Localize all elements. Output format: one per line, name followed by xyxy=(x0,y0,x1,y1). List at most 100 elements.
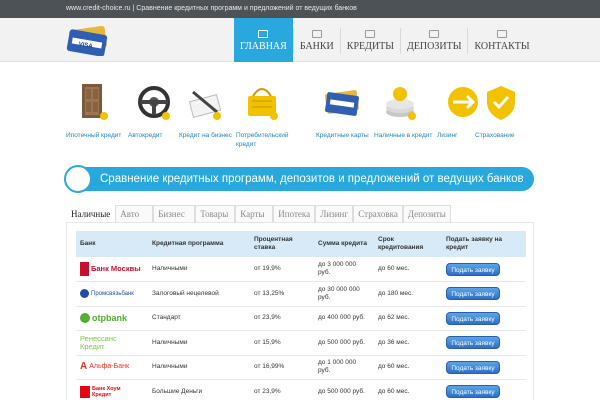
amount-cell: до 400 000 руб. xyxy=(314,306,374,331)
category-insurance[interactable]: Страхование xyxy=(475,78,531,156)
program-cell: Наличными xyxy=(148,330,250,356)
category-label: Потребительский кредит xyxy=(236,132,289,148)
category-credit-cards[interactable]: Кредитные карты xyxy=(316,78,372,156)
apply-button[interactable]: Подать заявку xyxy=(446,262,500,276)
tab-goods[interactable]: Товары xyxy=(195,205,236,222)
bank-logo-renaissance[interactable]: Ренессанс Кредит xyxy=(80,334,142,352)
tab-deposits[interactable]: Депозиты xyxy=(402,205,451,222)
key-icon xyxy=(429,30,440,38)
bank-name: Банк Хоум Кредит xyxy=(92,385,121,398)
nav-item-home[interactable]: ГЛАВНАЯ xyxy=(234,18,293,62)
tab-auto[interactable]: Авто xyxy=(115,205,154,222)
program-cell: Большие Деньги xyxy=(148,379,250,400)
card-icon xyxy=(365,30,376,38)
table-row: Банк Москвы Наличными от 19,9% до 3 000 … xyxy=(76,257,526,282)
category-business[interactable]: Кредит на бизнес xyxy=(179,78,235,156)
shopping-basket-icon xyxy=(248,88,278,120)
tab-leasing[interactable]: Лизинг xyxy=(315,205,354,222)
term-cell: до 36 мес. xyxy=(374,330,442,356)
tab-cards[interactable]: Карты xyxy=(235,205,274,222)
program-cell: Стандарт xyxy=(148,306,250,331)
bank-name: Промсвязьбанк xyxy=(91,290,134,297)
amount-cell: до 500 000 руб. xyxy=(314,330,374,356)
psb-logo-icon xyxy=(80,289,89,299)
home-icon xyxy=(258,30,269,38)
topbar-text: www.credit-choice.ru | Сравнение кредитн… xyxy=(66,5,357,12)
col-header-bank: Банк xyxy=(76,231,148,257)
table-row: A Альфа-Банк Наличными от 16,99% до 1 000… xyxy=(76,355,526,380)
contact-book-icon xyxy=(497,30,508,38)
table-header-row: Банк Кредитная программа Процентная став… xyxy=(76,231,526,257)
offers-table-panel: Банк Кредитная программа Процентная став… xyxy=(66,222,534,400)
nav-item-deposits[interactable]: ДЕПОЗИТЫ xyxy=(401,18,467,62)
rate-cell: от 19,9% xyxy=(250,257,314,282)
rate-cell: от 13,25% xyxy=(250,281,314,307)
program-cell: Залоговый нецелевой xyxy=(148,281,250,307)
bank-logo-otp[interactable]: otpbank xyxy=(80,309,142,327)
category-cash[interactable]: Наличные в кредит xyxy=(374,78,432,156)
term-cell: до 62 мес. xyxy=(374,306,442,331)
nav-label-contacts: КОНТАКТЫ xyxy=(474,41,530,52)
category-label: Ипотечный кредит xyxy=(66,132,122,139)
credit-card-icon xyxy=(325,90,359,116)
term-cell: до 60 мес. xyxy=(374,355,442,380)
term-cell: до 60 мес. xyxy=(374,257,442,282)
apply-button[interactable]: Подать заявку xyxy=(446,385,500,399)
category-mortgage[interactable]: Ипотечный кредит xyxy=(66,78,122,156)
amount-cell: до 30 000 000 руб. xyxy=(314,281,374,307)
rate-cell: от 23,9% xyxy=(250,379,314,400)
nav-item-banks[interactable]: БАНКИ xyxy=(294,18,340,62)
tab-mortgage[interactable]: Ипотека xyxy=(273,205,316,222)
site-header: VISA ГЛАВНАЯ БАНКИ КРЕДИТЫ ДЕПОЗИТЫ КОНТ… xyxy=(0,18,600,62)
bank-logo-psb[interactable]: Промсвязьбанк xyxy=(80,285,142,303)
program-cell: Наличными xyxy=(148,355,250,380)
term-cell: до 180 мес. xyxy=(374,281,442,307)
table-row: Ренессанс Кредит Наличными от 15,9% до 5… xyxy=(76,330,526,356)
amount-cell: до 1 000 000 руб. xyxy=(314,355,374,380)
alfa-logo-icon: A xyxy=(80,361,88,373)
site-logo[interactable]: VISA xyxy=(66,25,110,57)
rate-cell: от 15,9% xyxy=(250,330,314,356)
nav-label-banks: БАНКИ xyxy=(299,41,334,52)
site-topbar: www.credit-choice.ru | Сравнение кредитн… xyxy=(0,0,600,18)
nav-item-credits[interactable]: КРЕДИТЫ xyxy=(341,18,400,62)
apply-button[interactable]: Подать заявку xyxy=(446,311,500,325)
main-nav: ГЛАВНАЯ БАНКИ КРЕДИТЫ ДЕПОЗИТЫ КОНТАКТЫ xyxy=(234,18,536,62)
bank-logo-alfa[interactable]: A Альфа-Банк xyxy=(80,358,142,376)
offers-table: Банк Кредитная программа Процентная став… xyxy=(76,231,526,400)
amount-cell: до 3 000 000 руб. xyxy=(314,257,374,282)
tab-business[interactable]: Бизнес xyxy=(153,205,196,222)
nav-item-contacts[interactable]: КОНТАКТЫ xyxy=(468,18,535,62)
category-consumer[interactable]: Потребительский кредит xyxy=(236,78,292,156)
section-banner: Сравнение кредитных программ, депозитов … xyxy=(64,165,534,193)
bank-name: Банк Москвы xyxy=(91,264,141,273)
product-tabs: Наличные Авто Бизнес Товары Карты Ипотек… xyxy=(66,205,456,222)
coins-icon xyxy=(386,87,416,120)
category-label: Кредит на бизнес xyxy=(179,132,232,139)
bank-logo-home-credit[interactable]: Банк Хоум Кредит xyxy=(80,383,142,400)
bank-name: otpbank xyxy=(92,313,127,324)
nav-label-home: ГЛАВНАЯ xyxy=(240,41,287,52)
home-credit-logo-icon xyxy=(80,385,90,398)
apply-button[interactable]: Подать заявку xyxy=(446,360,500,374)
table-row: Банк Хоум Кредит Большие Деньги от 23,9%… xyxy=(76,379,526,400)
col-header-term: Срок кредитования xyxy=(374,231,442,257)
apply-button[interactable]: Подать заявку xyxy=(446,287,500,301)
rate-cell: от 23,9% xyxy=(250,306,314,331)
nav-label-credits: КРЕДИТЫ xyxy=(346,41,394,52)
bank-logo-bank-moskvy[interactable]: Банк Москвы xyxy=(80,260,142,278)
amount-cell: до 500 000 руб. xyxy=(314,379,374,400)
tab-insurance[interactable]: Страховка xyxy=(353,205,403,222)
col-header-amount: Сумма кредита xyxy=(314,231,374,257)
program-cell: Наличными xyxy=(148,257,250,282)
col-header-rate: Процентная ставка xyxy=(250,231,314,257)
col-header-program: Кредитная программа xyxy=(148,231,250,257)
tab-cash[interactable]: Наличные xyxy=(66,205,116,222)
category-label: Кредитные карты xyxy=(316,132,369,139)
banner-title: Сравнение кредитных программ, депозитов … xyxy=(100,173,524,185)
apply-button[interactable]: Подать заявку xyxy=(446,336,500,350)
category-auto[interactable]: Автокредит xyxy=(128,78,184,156)
term-cell: до 60 мес. xyxy=(374,379,442,400)
bank-moskvy-logo-icon xyxy=(80,262,89,276)
bank-name: Альфа-Банк xyxy=(89,363,130,371)
